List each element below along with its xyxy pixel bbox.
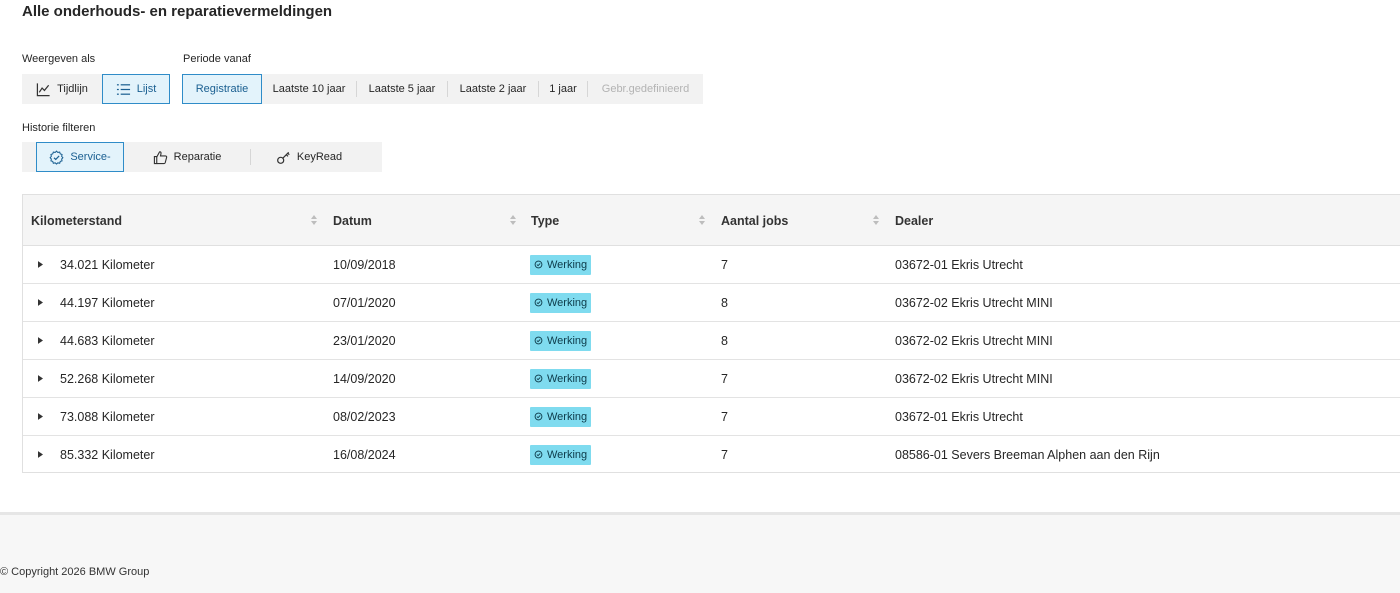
- type-badge: Werking: [530, 292, 592, 313]
- sort-icon[interactable]: [310, 214, 318, 226]
- cell-type: Werking: [530, 284, 592, 321]
- table-row[interactable]: 44.197 Kilometer 07/01/2020 Werking 8 03…: [23, 284, 1400, 322]
- type-badge: Werking: [530, 330, 592, 351]
- table-row[interactable]: 52.268 Kilometer 14/09/2020 Werking 7 03…: [23, 360, 1400, 398]
- cell-aantal-jobs: 8: [721, 295, 728, 310]
- expand-caret-icon[interactable]: [35, 335, 45, 345]
- cell-dealer: 03672-02 Ekris Utrecht MINI: [895, 333, 1053, 348]
- cell-kilometerstand: 44.683 Kilometer: [60, 333, 155, 348]
- column-header-datum[interactable]: Datum: [333, 195, 372, 246]
- filter-keyread-button[interactable]: KeyRead: [251, 142, 367, 172]
- filter-label: Historie filteren: [22, 122, 96, 134]
- column-header-kilometerstand[interactable]: Kilometerstand: [31, 195, 122, 246]
- cell-datum: 16/08/2024: [333, 447, 396, 462]
- service-gear-icon: [534, 298, 543, 307]
- period-1-year-button[interactable]: 1 jaar: [539, 74, 587, 104]
- cell-datum: 23/01/2020: [333, 333, 396, 348]
- period-selector-group: Registratie Laatste 10 jaar Laatste 5 ja…: [182, 74, 703, 104]
- filter-keyread-label: KeyRead: [296, 151, 343, 163]
- expand-caret-icon[interactable]: [35, 373, 45, 383]
- sort-icon[interactable]: [872, 214, 880, 226]
- service-gear-icon: [534, 450, 543, 459]
- filter-service-label: Service-: [70, 151, 111, 163]
- history-table: Kilometerstand Datum Type Aantal jobs De…: [22, 194, 1400, 473]
- column-header-dealer[interactable]: Dealer: [895, 195, 933, 246]
- cell-datum: 14/09/2020: [333, 371, 396, 386]
- filter-repair-button[interactable]: Reparatie: [124, 142, 250, 172]
- expand-caret-icon[interactable]: [35, 411, 45, 421]
- key-icon: [276, 150, 291, 165]
- period-registratie-button[interactable]: Registratie: [182, 74, 262, 104]
- cell-dealer: 03672-01 Ekris Utrecht: [895, 257, 1023, 272]
- sort-icon[interactable]: [509, 214, 517, 226]
- service-gear-icon: [534, 374, 543, 383]
- cell-type: Werking: [530, 322, 592, 359]
- column-header-aantal-jobs[interactable]: Aantal jobs: [721, 195, 788, 246]
- table-row[interactable]: 73.088 Kilometer 08/02/2023 Werking 7 03…: [23, 398, 1400, 436]
- filter-service-button[interactable]: Service-: [36, 142, 124, 172]
- cell-dealer: 08586-01 Severs Breeman Alphen aan den R…: [895, 447, 1160, 462]
- sort-icon[interactable]: [698, 214, 706, 226]
- cell-dealer: 03672-01 Ekris Utrecht: [895, 409, 1023, 424]
- history-filter-group: Service- Reparatie KeyRead: [22, 142, 382, 172]
- view-list-label: Lijst: [136, 83, 157, 95]
- table-row[interactable]: 85.332 Kilometer 16/08/2024 Werking 7 08…: [23, 436, 1400, 474]
- period-last-10-years-button[interactable]: Laatste 10 jaar: [262, 74, 356, 104]
- cell-type: Werking: [530, 360, 592, 397]
- service-gear-icon: [534, 336, 543, 345]
- cell-datum: 10/09/2018: [333, 257, 396, 272]
- thumbs-up-icon: [153, 150, 168, 165]
- cell-type: Werking: [530, 246, 592, 283]
- period-label: Periode vanaf: [183, 53, 251, 65]
- expand-caret-icon[interactable]: [35, 259, 45, 269]
- filter-repair-label: Reparatie: [173, 151, 222, 163]
- type-badge: Werking: [530, 444, 592, 465]
- table-header: Kilometerstand Datum Type Aantal jobs De…: [23, 195, 1400, 246]
- cell-kilometerstand: 34.021 Kilometer: [60, 257, 155, 272]
- cell-aantal-jobs: 7: [721, 257, 728, 272]
- table-row[interactable]: 44.683 Kilometer 23/01/2020 Werking 8 03…: [23, 322, 1400, 360]
- view-list-button[interactable]: Lijst: [102, 74, 170, 104]
- type-badge: Werking: [530, 368, 592, 389]
- cell-aantal-jobs: 7: [721, 409, 728, 424]
- copyright-text: © Copyright 2026 BMW Group: [0, 566, 150, 578]
- list-icon: [116, 82, 131, 97]
- cell-kilometerstand: 44.197 Kilometer: [60, 295, 155, 310]
- column-header-type[interactable]: Type: [531, 195, 559, 246]
- cell-datum: 07/01/2020: [333, 295, 396, 310]
- service-gear-icon: [534, 412, 543, 421]
- period-custom-button[interactable]: Gebr.gedefinieerd: [588, 74, 703, 104]
- expand-caret-icon[interactable]: [35, 449, 45, 459]
- line-chart-icon: [36, 82, 51, 97]
- period-last-2-years-button[interactable]: Laatste 2 jaar: [448, 74, 538, 104]
- cell-aantal-jobs: 7: [721, 447, 728, 462]
- period-last-5-years-button[interactable]: Laatste 5 jaar: [357, 74, 447, 104]
- cell-kilometerstand: 85.332 Kilometer: [60, 447, 155, 462]
- cell-aantal-jobs: 7: [721, 371, 728, 386]
- type-badge: Werking: [530, 254, 592, 275]
- view-timeline-label: Tijdlijn: [57, 83, 88, 95]
- service-gear-icon: [49, 149, 64, 165]
- view-label: Weergeven als: [22, 53, 96, 65]
- cell-aantal-jobs: 8: [721, 333, 728, 348]
- expand-caret-icon[interactable]: [35, 297, 45, 307]
- footer: [0, 515, 1400, 593]
- table-row[interactable]: 34.021 Kilometer 10/09/2018 Werking 7 03…: [23, 246, 1400, 284]
- page-title: Alle onderhouds- en reparatievermeldinge…: [22, 3, 333, 20]
- cell-type: Werking: [530, 436, 592, 473]
- cell-type: Werking: [530, 398, 592, 435]
- cell-kilometerstand: 52.268 Kilometer: [60, 371, 155, 386]
- view-timeline-button[interactable]: Tijdlijn: [22, 74, 102, 104]
- service-gear-icon: [534, 260, 543, 269]
- cell-dealer: 03672-02 Ekris Utrecht MINI: [895, 295, 1053, 310]
- cell-datum: 08/02/2023: [333, 409, 396, 424]
- view-toggle-group: Tijdlijn Lijst: [22, 74, 170, 104]
- type-badge: Werking: [530, 406, 592, 427]
- cell-dealer: 03672-02 Ekris Utrecht MINI: [895, 371, 1053, 386]
- cell-kilometerstand: 73.088 Kilometer: [60, 409, 155, 424]
